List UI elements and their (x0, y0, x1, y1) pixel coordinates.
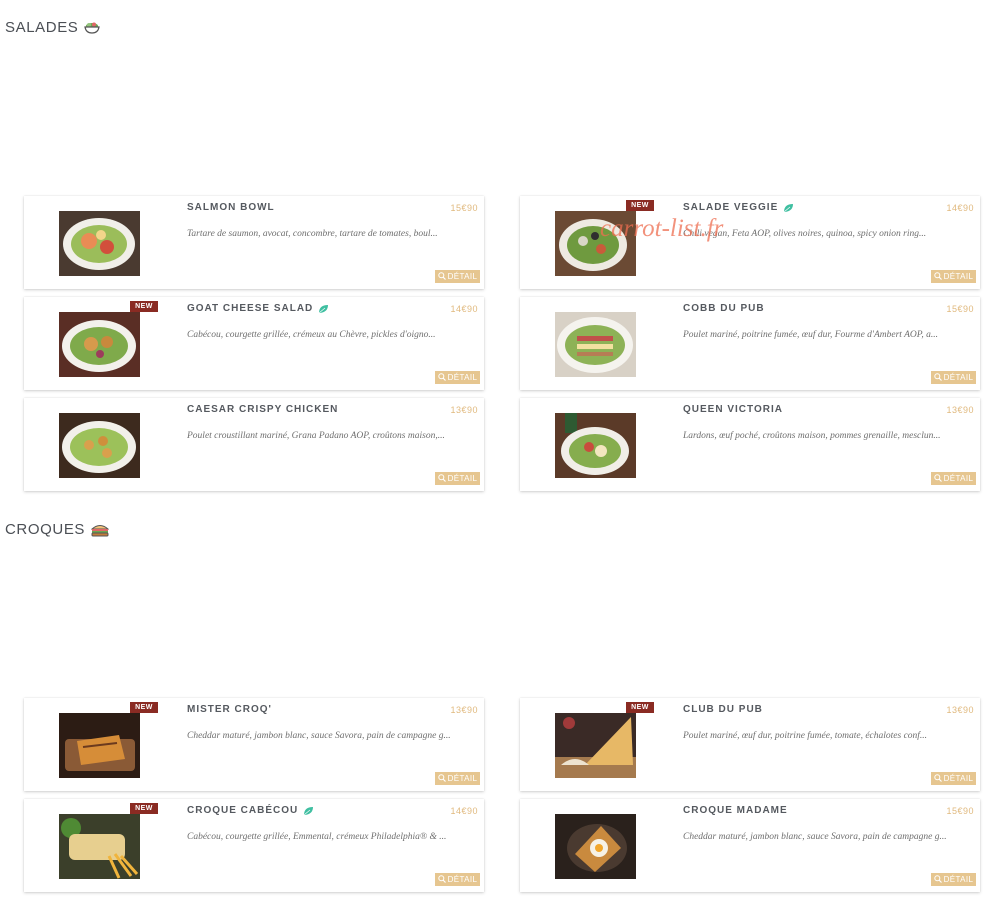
detail-label: DÉTAIL (447, 272, 478, 281)
zoom-icon (437, 271, 446, 282)
dish-photo (59, 814, 140, 879)
menu-card-mister-croq[interactable]: NEW MISTER CROQ' 13€90 Cheddar maturé, j… (24, 698, 484, 791)
detail-button[interactable]: DÉTAIL (435, 371, 480, 384)
menu-card-croque-cabecou[interactable]: NEW CROQUE CABÉCOU 14€90 Cabécou, courge… (24, 799, 484, 892)
zoom-icon (437, 773, 446, 784)
detail-button[interactable]: DÉTAIL (931, 772, 976, 785)
section-title-croques: CROQUES (5, 521, 110, 538)
detail-button[interactable]: DÉTAIL (931, 472, 976, 485)
detail-button[interactable]: DÉTAIL (931, 270, 976, 283)
dish-description: Cabécou, courgette grillée, Emmental, cr… (187, 832, 447, 842)
zoom-icon (933, 473, 942, 484)
detail-label: DÉTAIL (943, 474, 974, 483)
salad-bowl-icon (84, 22, 101, 34)
leaf-icon (318, 304, 329, 314)
zoom-icon (933, 372, 942, 383)
zoom-icon (933, 773, 942, 784)
dish-photo (59, 312, 140, 377)
menu-card-club-du-pub[interactable]: NEW CLUB DU PUB 13€90 Poulet mariné, œuf… (520, 698, 980, 791)
dish-name: CROQUE CABÉCOU (187, 805, 314, 816)
zoom-icon (933, 271, 942, 282)
menu-card-cobb-du-pub[interactable]: COBB DU PUB 15€90 Poulet mariné, poitrin… (520, 297, 980, 390)
detail-button[interactable]: DÉTAIL (435, 873, 480, 886)
new-badge: NEW (130, 702, 158, 713)
dish-description: Poulet croustillant mariné, Grana Padano… (187, 431, 445, 441)
dish-description: Cheddar maturé, jambon blanc, sauce Savo… (187, 731, 451, 741)
leaf-icon (303, 806, 314, 816)
dish-description: Chili vegan, Feta AOP, olives noires, qu… (683, 229, 927, 239)
dish-price: 15€90 (946, 806, 974, 816)
dish-price: 14€90 (946, 203, 974, 213)
dish-description: Cabécou, courgette grillée, crémeux au C… (187, 330, 436, 340)
menu-card-queen-victoria[interactable]: QUEEN VICTORIA 13€90 Lardons, œuf poché,… (520, 398, 980, 491)
dish-price: 15€90 (450, 203, 478, 213)
dish-photo (555, 211, 636, 276)
dish-name: SALADE VEGGIE (683, 202, 794, 213)
menu-card-salade-veggie[interactable]: NEW SALADE VEGGIE 14€90 Chili vegan, Fet… (520, 196, 980, 289)
detail-label: DÉTAIL (943, 272, 974, 281)
menu-card-caesar-crispy-chicken[interactable]: CAESAR CRISPY CHICKEN 13€90 Poulet crous… (24, 398, 484, 491)
zoom-icon (933, 874, 942, 885)
new-badge: NEW (626, 200, 654, 211)
new-badge: NEW (626, 702, 654, 713)
section-title-text: SALADES (5, 19, 79, 36)
dish-name: SALMON BOWL (187, 202, 275, 213)
sandwich-icon (91, 523, 110, 537)
detail-button[interactable]: DÉTAIL (435, 772, 480, 785)
detail-label: DÉTAIL (447, 774, 478, 783)
dish-photo (59, 713, 140, 778)
dish-photo (555, 413, 636, 478)
dish-name: CROQUE MADAME (683, 805, 788, 816)
zoom-icon (437, 473, 446, 484)
detail-label: DÉTAIL (447, 373, 478, 382)
zoom-icon (437, 372, 446, 383)
dish-price: 14€90 (450, 806, 478, 816)
dish-name: QUEEN VICTORIA (683, 404, 783, 415)
detail-button[interactable]: DÉTAIL (435, 472, 480, 485)
section-title-salades: SALADES (5, 19, 101, 36)
dish-price: 15€90 (946, 304, 974, 314)
dish-price: 13€90 (450, 405, 478, 415)
leaf-icon (783, 203, 794, 213)
dish-photo (555, 814, 636, 879)
dish-name: MISTER CROQ' (187, 704, 272, 715)
dish-price: 13€90 (946, 405, 974, 415)
dish-description: Lardons, œuf poché, croûtons maison, pom… (683, 431, 941, 441)
detail-button[interactable]: DÉTAIL (931, 371, 976, 384)
detail-label: DÉTAIL (447, 875, 478, 884)
section-title-text: CROQUES (5, 521, 86, 538)
dish-name: CLUB DU PUB (683, 704, 763, 715)
new-badge: NEW (130, 803, 158, 814)
menu-card-salmon-bowl[interactable]: SALMON BOWL 15€90 Tartare de saumon, avo… (24, 196, 484, 289)
detail-label: DÉTAIL (943, 774, 974, 783)
detail-label: DÉTAIL (943, 373, 974, 382)
menu-card-croque-madame[interactable]: CROQUE MADAME 15€90 Cheddar maturé, jamb… (520, 799, 980, 892)
dish-price: 13€90 (450, 705, 478, 715)
dish-description: Poulet mariné, œuf dur, poitrine fumée, … (683, 731, 928, 741)
dish-description: Cheddar maturé, jambon blanc, sauce Savo… (683, 832, 947, 842)
menu-card-goat-cheese-salad[interactable]: NEW GOAT CHEESE SALAD 14€90 Cabécou, cou… (24, 297, 484, 390)
dish-description: Poulet mariné, poitrine fumée, œuf dur, … (683, 330, 938, 340)
dish-name: COBB DU PUB (683, 303, 765, 314)
detail-label: DÉTAIL (943, 875, 974, 884)
dish-price: 13€90 (946, 705, 974, 715)
detail-button[interactable]: DÉTAIL (931, 873, 976, 886)
dish-photo (555, 713, 636, 778)
dish-photo (59, 211, 140, 276)
dish-photo (59, 413, 140, 478)
detail-label: DÉTAIL (447, 474, 478, 483)
dish-price: 14€90 (450, 304, 478, 314)
dish-name: GOAT CHEESE SALAD (187, 303, 329, 314)
new-badge: NEW (130, 301, 158, 312)
dish-description: Tartare de saumon, avocat, concombre, ta… (187, 229, 438, 239)
dish-name: CAESAR CRISPY CHICKEN (187, 404, 339, 415)
detail-button[interactable]: DÉTAIL (435, 270, 480, 283)
zoom-icon (437, 874, 446, 885)
dish-photo (555, 312, 636, 377)
